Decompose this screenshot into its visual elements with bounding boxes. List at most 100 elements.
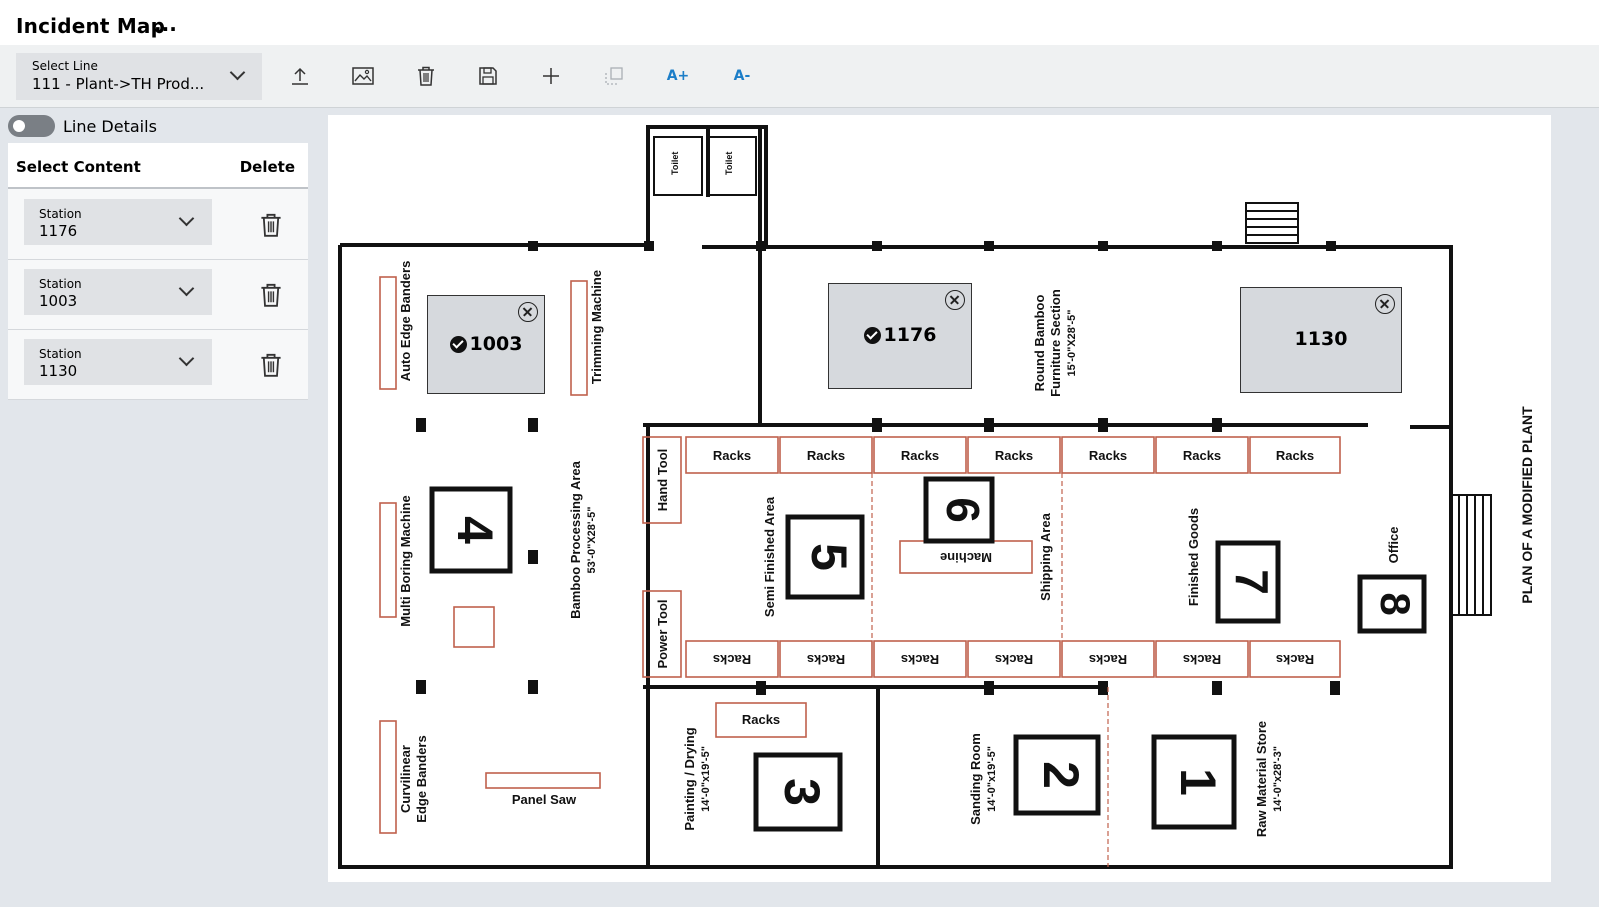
- multi-boring-machine-label: Multi Boring Machine: [398, 495, 413, 626]
- select-line-label: Select Line: [32, 59, 98, 73]
- auto-edge-banders-label: Auto Edge Banders: [398, 261, 413, 382]
- chevron-down-icon: [178, 350, 195, 367]
- curvilinear-label: Curvilinear: [398, 745, 413, 813]
- image-icon: [352, 67, 374, 85]
- machine-label: Machine: [940, 550, 992, 565]
- rack-label: Racks: [742, 712, 780, 727]
- chevron-down-icon: [229, 64, 246, 81]
- rack-label: Racks: [995, 448, 1033, 463]
- sanding-room-label: Sanding Room: [968, 733, 983, 825]
- station-dropdown[interactable]: Station 1176: [24, 199, 212, 245]
- rack-label: Racks: [901, 652, 939, 667]
- zone-8-label: 8: [1372, 592, 1419, 615]
- plan-title-label: PLAN OF A MODIFIED PLANT: [1519, 406, 1535, 604]
- panel-saw-label: Panel Saw: [512, 792, 577, 807]
- rack-label: Racks: [1089, 448, 1127, 463]
- rack-label: Racks: [713, 448, 751, 463]
- station-dropdown[interactable]: Station 1003: [24, 269, 212, 315]
- close-icon[interactable]: [1375, 294, 1395, 314]
- trash-icon[interactable]: [260, 213, 282, 237]
- rack-label: Racks: [1276, 652, 1314, 667]
- rack-label: Racks: [807, 652, 845, 667]
- close-icon[interactable]: [945, 290, 965, 310]
- chevron-down-icon: [178, 210, 195, 227]
- select-content-heading: Select Content: [16, 158, 141, 176]
- rack-label: Racks: [1183, 448, 1221, 463]
- sanding-dimension-label: 14'-0"x19'-5": [986, 746, 998, 812]
- delete-map-button[interactable]: [411, 61, 441, 91]
- check-circle-icon: [863, 326, 881, 344]
- zone-5-label: 5: [801, 543, 857, 571]
- floor-plan-drawing: Toilet Toilet 4 5 6 7 8 3 2 1 Racks Rack…: [338, 125, 1535, 869]
- station-value: 1176: [39, 222, 78, 240]
- station-label: Station: [39, 347, 82, 361]
- rack-label: Racks: [1089, 652, 1127, 667]
- zone-7-label: 7: [1226, 569, 1278, 595]
- station-dropdown[interactable]: Station 1130: [24, 339, 212, 385]
- round-bamboo-label: Round Bamboo: [1032, 295, 1047, 392]
- close-icon[interactable]: [518, 302, 538, 322]
- raw-dimension-label: 14'-0"x28'-3": [1272, 746, 1284, 812]
- content-panel-header: Select Content Delete: [8, 143, 308, 189]
- zone-3-label: 3: [774, 778, 830, 806]
- line-details-toggle-row: Line Details: [8, 113, 308, 139]
- rack-label: Racks: [807, 448, 845, 463]
- trash-icon[interactable]: [260, 283, 282, 307]
- station-value: 1003: [39, 292, 78, 310]
- station-marker-label: 1176: [829, 324, 971, 346]
- zone-2-label: 2: [1033, 761, 1089, 789]
- painting-drying-label: Painting / Drying: [682, 727, 697, 830]
- station-marker-1130[interactable]: 1130: [1240, 287, 1402, 393]
- upload-button[interactable]: [285, 61, 315, 91]
- station-marker-1003[interactable]: 1003: [427, 295, 545, 394]
- image-button[interactable]: [348, 61, 378, 91]
- zone-4-label: 4: [447, 516, 503, 544]
- add-button[interactable]: [536, 61, 566, 91]
- copy-button[interactable]: [599, 61, 629, 91]
- furniture-section-label: Furniture Section: [1048, 289, 1063, 397]
- save-icon: [479, 67, 497, 85]
- station-marker-label: 1003: [428, 333, 544, 355]
- edge-banders-label: Edge Banders: [414, 735, 429, 822]
- hand-tool-label: Hand Tool: [655, 449, 670, 512]
- trash-icon[interactable]: [260, 353, 282, 377]
- bamboo-dimension-label: 53'-0"X28'-5": [586, 506, 598, 573]
- station-marker-label: 1130: [1294, 328, 1348, 350]
- floor-plan-canvas[interactable]: Toilet Toilet 4 5 6 7 8 3 2 1 Racks Rack…: [328, 115, 1551, 882]
- finished-goods-label: Finished Goods: [1186, 508, 1201, 606]
- station-value: 1130: [39, 362, 78, 380]
- station-marker-1176[interactable]: 1176: [828, 283, 972, 389]
- font-decrease-button[interactable]: A-: [727, 61, 757, 91]
- bamboo-processing-label: Bamboo Processing Area: [568, 460, 583, 619]
- rack-label: Racks: [1183, 652, 1221, 667]
- office-label: Office: [1386, 527, 1401, 564]
- chevron-down-icon: [178, 280, 195, 297]
- zone-6-label: 6: [937, 497, 989, 523]
- trimming-machine-label: Trimming Machine: [589, 270, 604, 384]
- content-panel: Select Content Delete Station 1176 Stati…: [8, 143, 308, 400]
- painting-dimension-label: 14'-0"x19'-5": [700, 746, 712, 812]
- semi-finished-area-label: Semi Finished Area: [762, 496, 777, 617]
- power-tool-label: Power Tool: [655, 599, 670, 668]
- more-options-button[interactable]: ...: [154, 12, 177, 36]
- trash-icon: [418, 66, 434, 86]
- raw-material-store-label: Raw Material Store: [1254, 721, 1269, 837]
- furniture-dimension-label: 15'-0"X28'-5": [1066, 309, 1078, 376]
- select-line-value: 111 - Plant->TH Prod...: [32, 75, 205, 93]
- toilet-label: Toilet: [670, 152, 680, 175]
- copy-icon: [605, 67, 623, 85]
- delete-heading: Delete: [239, 158, 295, 176]
- station-label: Station: [39, 277, 82, 291]
- font-increase-button[interactable]: A+: [663, 61, 693, 91]
- list-item: Station 1003: [8, 260, 308, 330]
- list-item: Station 1130: [8, 330, 308, 400]
- upload-icon: [292, 67, 308, 85]
- line-details-toggle[interactable]: [8, 115, 55, 137]
- select-line-dropdown[interactable]: Select Line 111 - Plant->TH Prod...: [16, 53, 262, 100]
- page-title: Incident Map: [16, 14, 166, 38]
- rack-label: Racks: [1276, 448, 1314, 463]
- rack-label: Racks: [995, 652, 1033, 667]
- save-button[interactable]: [473, 61, 503, 91]
- plus-icon: [543, 68, 559, 84]
- check-circle-icon: [449, 335, 467, 353]
